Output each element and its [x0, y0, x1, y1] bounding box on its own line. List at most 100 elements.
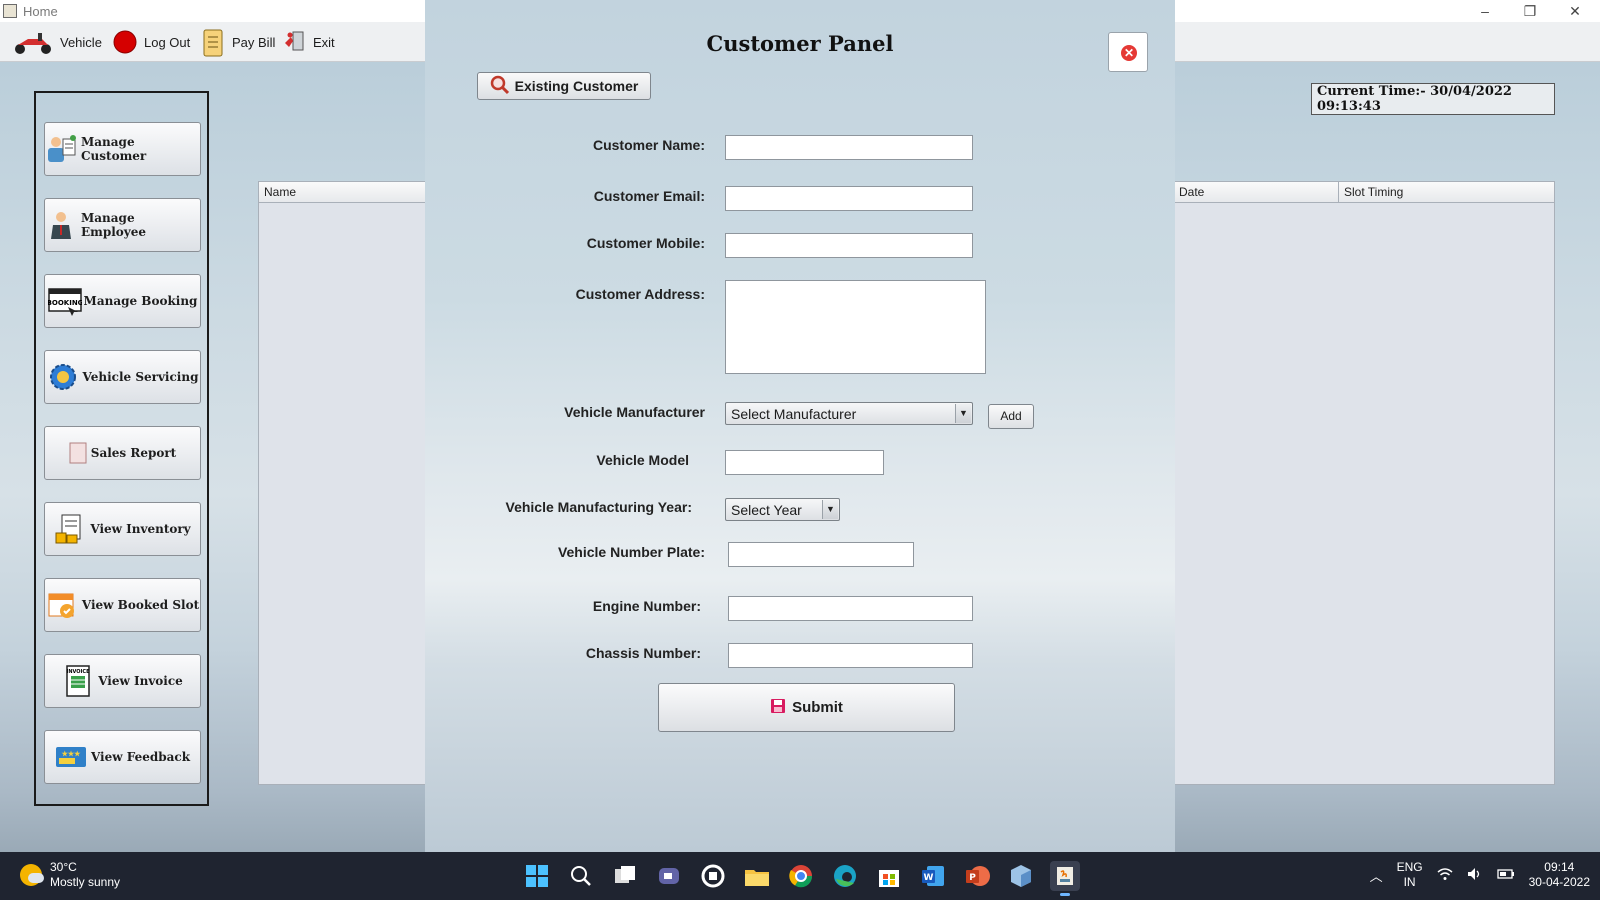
invoice-icon: INVOICE: [62, 665, 94, 697]
weather-condition: Mostly sunny: [50, 875, 121, 889]
manufacturing-year-label: Vehicle Manufacturing Year:: [505, 499, 692, 515]
menu-pay-bill-label: Pay Bill: [232, 34, 276, 50]
language-code: ENG: [1396, 860, 1423, 874]
manufacturer-select[interactable]: Select Manufacturer ▼: [725, 402, 973, 425]
sidebar-item-vehicle-servicing[interactable]: Vehicle Servicing: [44, 350, 201, 404]
sidebar-item-label: Sales Report: [90, 446, 177, 460]
search-icon: [490, 75, 510, 98]
sidebar-item-label: View Inventory: [90, 522, 191, 536]
clock[interactable]: 09:14 30-04-2022: [1529, 860, 1590, 890]
battery-icon[interactable]: [1496, 867, 1515, 884]
app-icon: [3, 4, 17, 18]
chevron-up-icon[interactable]: ︿: [1370, 866, 1383, 885]
number-plate-input[interactable]: [728, 542, 914, 567]
taskbar-apps: W P: [522, 861, 1080, 896]
volume-icon[interactable]: [1467, 867, 1483, 884]
column-header-date[interactable]: Date: [1179, 185, 1204, 199]
engine-number-input[interactable]: [728, 596, 973, 621]
existing-customer-label: Existing Customer: [514, 78, 639, 94]
file-explorer-icon[interactable]: [742, 861, 772, 891]
existing-customer-button[interactable]: Existing Customer: [477, 72, 651, 100]
column-header-slot-timing[interactable]: Slot Timing: [1344, 185, 1403, 199]
java-app-icon[interactable]: [1050, 861, 1080, 896]
year-selected-value: Select Year: [731, 501, 802, 518]
task-view-icon[interactable]: [610, 861, 640, 891]
manufacturer-selected-value: Select Manufacturer: [731, 405, 857, 422]
sidebar-item-view-invoice[interactable]: INVOICE View Invoice: [44, 654, 201, 708]
chevron-down-icon: ▼: [822, 500, 838, 519]
menu-exit[interactable]: Exit: [281, 28, 335, 56]
booking-icon: BOOKING: [46, 285, 83, 317]
svg-text:INVOICE: INVOICE: [67, 669, 91, 675]
customer-name-input[interactable]: [725, 135, 973, 160]
region-code: IN: [1403, 875, 1416, 889]
restore-icon[interactable]: ❐: [1510, 2, 1550, 20]
minimize-icon[interactable]: –: [1465, 2, 1505, 20]
customer-email-input[interactable]: [725, 186, 973, 211]
add-manufacturer-button[interactable]: Add: [988, 404, 1034, 429]
sidebar-item-view-feedback[interactable]: ★★★ View Feedback: [44, 730, 201, 784]
customer-address-label: Customer Address:: [575, 286, 705, 302]
sidebar-item-manage-customer[interactable]: Manage Customer: [44, 122, 201, 176]
virtual-box-icon[interactable]: [1006, 861, 1036, 891]
close-window-icon[interactable]: ✕: [1555, 2, 1595, 20]
wifi-icon[interactable]: [1437, 867, 1453, 884]
menu-logout-label: Log Out: [144, 34, 191, 50]
word-icon[interactable]: W: [918, 861, 948, 891]
sidebar-item-manage-employee[interactable]: Manage Employee: [44, 198, 201, 252]
svg-text:P: P: [969, 873, 976, 883]
chassis-number-label: Chassis Number:: [585, 645, 701, 661]
panel-title: Customer Panel: [706, 31, 894, 56]
engine-number-label: Engine Number:: [592, 598, 701, 614]
window-title: Home: [23, 4, 58, 19]
store-icon[interactable]: [874, 861, 904, 891]
number-plate-label: Vehicle Number Plate:: [557, 544, 705, 560]
submit-button[interactable]: Submit: [658, 683, 955, 732]
gear-icon: [47, 361, 79, 393]
exit-icon: [281, 29, 307, 55]
sidebar-item-manage-booking[interactable]: BOOKING Manage Booking: [44, 274, 201, 328]
save-icon: [770, 698, 786, 718]
language-indicator[interactable]: ENG IN: [1397, 860, 1423, 890]
clock-time: 09:14: [1544, 860, 1575, 874]
sidebar-item-sales-report[interactable]: Sales Report: [44, 426, 201, 480]
vehicle-model-label: Vehicle Model: [596, 452, 689, 468]
system-tray: ︿ ENG IN 09:14 30-04-2022: [1370, 860, 1590, 890]
customer-address-textarea[interactable]: [725, 280, 986, 374]
svg-text:★★★: ★★★: [62, 749, 82, 758]
customer-mobile-input[interactable]: [725, 233, 973, 258]
powerpoint-icon[interactable]: P: [962, 861, 992, 891]
search-icon[interactable]: [566, 861, 596, 891]
svg-text:W: W: [924, 873, 934, 883]
weather-icon: [20, 864, 44, 886]
close-icon: ✕: [1121, 45, 1137, 61]
windows-start-icon[interactable]: [522, 861, 552, 891]
sidebar-item-label: View Invoice: [98, 674, 183, 688]
sidebar-item-view-booked-slot[interactable]: View Booked Slot: [44, 578, 201, 632]
menu-logout[interactable]: Log Out: [112, 28, 190, 56]
vehicle-model-input[interactable]: [725, 450, 884, 475]
svg-text:BOOKING: BOOKING: [48, 299, 82, 307]
feedback-icon: ★★★: [55, 741, 87, 773]
bill-icon: [200, 29, 226, 57]
sidebar: Manage Customer Manage Employee BOOKING …: [34, 91, 209, 806]
menu-pay-bill[interactable]: Pay Bill: [200, 28, 276, 57]
widget-app-icon[interactable]: [698, 861, 728, 891]
menu-vehicle[interactable]: Vehicle: [12, 28, 102, 56]
sidebar-item-view-inventory[interactable]: View Inventory: [44, 502, 201, 556]
clock-date: 30-04-2022: [1528, 875, 1590, 889]
year-select[interactable]: Select Year ▼: [725, 498, 840, 521]
customer-mobile-label: Customer Mobile:: [586, 235, 705, 251]
customer-email-label: Customer Email:: [593, 188, 705, 204]
column-header-name[interactable]: Name: [264, 185, 296, 199]
weather-widget[interactable]: 30°C Mostly sunny: [20, 860, 120, 890]
close-panel-button[interactable]: ✕: [1108, 32, 1148, 72]
chassis-number-input[interactable]: [728, 643, 973, 668]
chrome-icon[interactable]: [786, 861, 816, 891]
teams-chat-icon[interactable]: [654, 861, 684, 891]
customer-name-label: Customer Name:: [592, 137, 705, 153]
edge-icon[interactable]: [830, 861, 860, 891]
logout-icon: [112, 29, 138, 55]
sidebar-item-label: Manage Customer: [81, 135, 147, 163]
submit-label: Submit: [792, 699, 843, 716]
